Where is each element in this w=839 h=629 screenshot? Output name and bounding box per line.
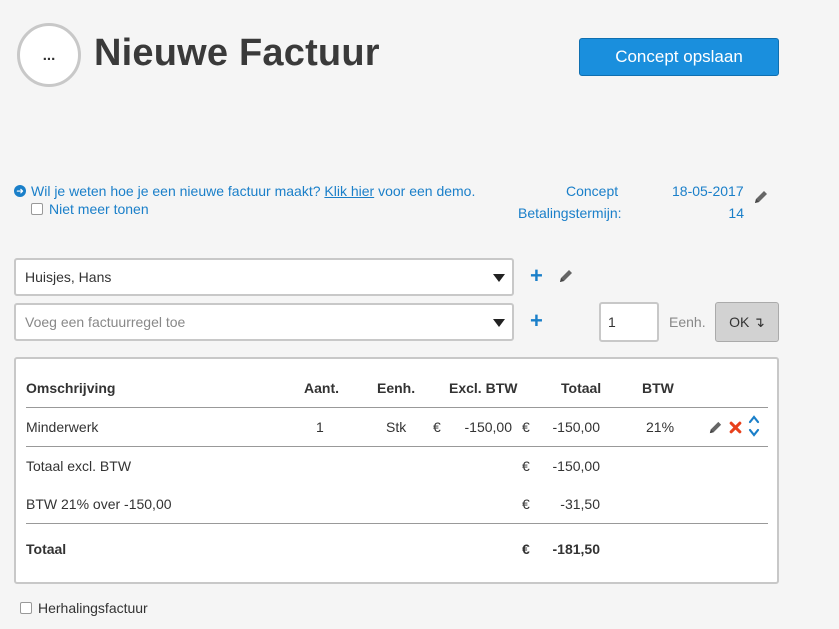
arrow-right-circle-icon: ➜ [14, 185, 26, 197]
invoice-line-placeholder: Voeg een factuurregel toe [25, 314, 186, 330]
invoice-date: 18-05-2017 [672, 183, 744, 199]
invoice-line-select[interactable]: Voeg een factuurregel toe [14, 303, 514, 341]
caret-down-icon [493, 274, 505, 282]
header-total: Totaal [561, 380, 602, 396]
recurring-invoice-checkbox[interactable] [20, 602, 32, 614]
header-unit: Eenh. [377, 380, 416, 396]
row-quantity: 1 [316, 419, 324, 435]
row-unit: Stk [386, 419, 407, 435]
row-total-amount: -150,00 [552, 419, 600, 435]
help-text-before: Wil je weten hoe je een nieuwe factuur m… [31, 183, 321, 199]
header-description: Omschrijving [26, 380, 116, 396]
dont-show-checkbox[interactable] [31, 203, 43, 215]
divider [26, 407, 768, 408]
ok-button[interactable]: OK ↴ [715, 302, 779, 342]
edit-customer-pencil-icon[interactable] [558, 268, 574, 284]
divider [26, 446, 768, 447]
grand-total-label: Totaal [26, 541, 67, 557]
unit-label: Eenh. [669, 314, 706, 330]
grand-total-currency: € [522, 541, 530, 557]
row-total-currency: € [522, 419, 530, 435]
add-invoice-line-plus-icon[interactable]: + [530, 310, 543, 332]
row-vat: 21% [646, 419, 675, 435]
demo-link[interactable]: Klik hier [324, 183, 374, 199]
save-concept-button[interactable]: Concept opslaan [579, 38, 779, 76]
page-title: Nieuwe Factuur [94, 32, 380, 74]
help-text-after: voor een demo. [378, 183, 476, 199]
summary-amount: -31,50 [560, 496, 600, 512]
help-text: ➜ Wil je weten hoe je een nieuwe factuur… [14, 183, 475, 199]
add-customer-plus-icon[interactable]: + [530, 265, 543, 287]
edit-row-pencil-icon[interactable] [708, 420, 723, 435]
divider [26, 523, 768, 524]
avatar[interactable]: ... [17, 23, 81, 87]
customer-select[interactable]: Huisjes, Hans [14, 258, 514, 296]
summary-currency: € [522, 496, 530, 512]
row-excl-amount: -150,00 [464, 419, 512, 435]
summary-label: Totaal excl. BTW [26, 458, 132, 474]
row-excl-currency: € [433, 419, 441, 435]
row-description: Minderwerk [26, 419, 99, 435]
edit-meta-pencil-icon[interactable] [753, 189, 769, 205]
customer-select-value: Huisjes, Hans [25, 269, 112, 285]
header-vat: BTW [642, 380, 674, 396]
header-quantity: Aant. [304, 380, 339, 396]
recurring-invoice-label: Herhalingsfactuur [38, 600, 148, 616]
quantity-input[interactable] [599, 302, 659, 342]
summary-amount: -150,00 [552, 458, 600, 474]
summary-label: BTW 21% over -150,00 [26, 496, 172, 512]
invoice-lines-panel: Omschrijving Aant. Eenh. Excl. BTW Totaa… [14, 357, 779, 584]
move-row-up-down-icon[interactable] [748, 414, 760, 438]
dont-show-again[interactable]: Niet meer tonen [31, 201, 149, 217]
status-label: Concept [566, 183, 619, 199]
delete-row-x-icon[interactable] [729, 421, 742, 434]
payment-term-label: Betalingstermijn: [518, 205, 622, 221]
grand-total-amount: -181,50 [552, 541, 600, 557]
dont-show-label: Niet meer tonen [49, 201, 149, 217]
summary-currency: € [522, 458, 530, 474]
recurring-invoice-option[interactable]: Herhalingsfactuur [20, 600, 148, 616]
header-excl-vat: Excl. BTW [449, 380, 518, 396]
caret-down-icon [493, 319, 505, 327]
payment-term-value: 14 [728, 205, 744, 221]
